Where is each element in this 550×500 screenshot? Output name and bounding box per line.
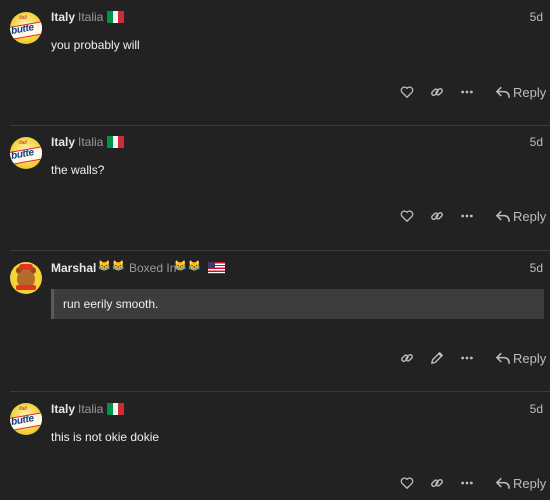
reply-icon [496, 86, 510, 98]
quote-block: run eerily smooth. [51, 289, 544, 319]
edit-icon[interactable] [430, 351, 444, 365]
link-icon[interactable] [430, 476, 444, 490]
post-2: Itali butte Italy Italia 5d the walls? Re… [0, 126, 550, 250]
italy-flag-icon [107, 403, 125, 415]
more-icon[interactable] [460, 351, 474, 365]
link-icon[interactable] [430, 85, 444, 99]
user-title: Italia [78, 135, 104, 149]
post-3: Marshal 😹 😹 Boxed In 😹 😹 5d run eerily s… [0, 251, 550, 391]
heart-icon[interactable] [400, 209, 414, 223]
post-date[interactable]: 5d [530, 10, 543, 24]
username[interactable]: Italy [51, 10, 75, 24]
user-title: Boxed In [129, 261, 177, 275]
marshal-avatar[interactable] [10, 262, 42, 294]
post-4: Itali butte Italy Italia 5d this is not o… [0, 392, 550, 500]
reply-icon [496, 477, 510, 489]
username[interactable]: Italy [51, 135, 75, 149]
usa-flag-icon [208, 262, 225, 274]
username[interactable]: Marshal [51, 261, 96, 275]
user-title: Italia [78, 402, 104, 416]
post-date[interactable]: 5d [530, 261, 543, 275]
reply-label: Reply [513, 85, 547, 100]
italy-flag-icon [107, 11, 125, 23]
link-icon[interactable] [430, 209, 444, 223]
cat-emoji-icon: 😹 [98, 261, 111, 272]
reply-label: Reply [513, 476, 547, 491]
cat-emoji-icon: 😹 [188, 261, 201, 272]
more-icon[interactable] [460, 85, 474, 99]
cat-emoji-icon: 😹 [174, 261, 187, 272]
heart-icon[interactable] [400, 476, 414, 490]
link-icon[interactable] [400, 351, 414, 365]
italy-flag-icon [107, 136, 125, 148]
post-1: Itali butte Italy Italia 5d you probably … [0, 0, 550, 124]
post-body: you probably will [51, 38, 140, 52]
post-body: the walls? [51, 163, 105, 177]
italy-avatar[interactable]: Itali butte [10, 403, 42, 435]
heart-icon[interactable] [400, 85, 414, 99]
more-icon[interactable] [460, 209, 474, 223]
more-icon[interactable] [460, 476, 474, 490]
user-title: Italia [78, 10, 104, 24]
italy-avatar[interactable]: Itali butte [10, 137, 42, 169]
reply-label: Reply [513, 209, 547, 224]
reply-icon [496, 210, 510, 222]
reply-label: Reply [513, 351, 547, 366]
italy-avatar[interactable]: Itali butte [10, 12, 42, 44]
reply-icon [496, 352, 510, 364]
cat-emoji-icon: 😹 [112, 261, 125, 272]
username[interactable]: Italy [51, 402, 75, 416]
post-date[interactable]: 5d [530, 135, 543, 149]
quote-text: run eerily smooth. [63, 297, 159, 311]
post-date[interactable]: 5d [530, 402, 543, 416]
post-body: this is not okie dokie [51, 430, 160, 444]
